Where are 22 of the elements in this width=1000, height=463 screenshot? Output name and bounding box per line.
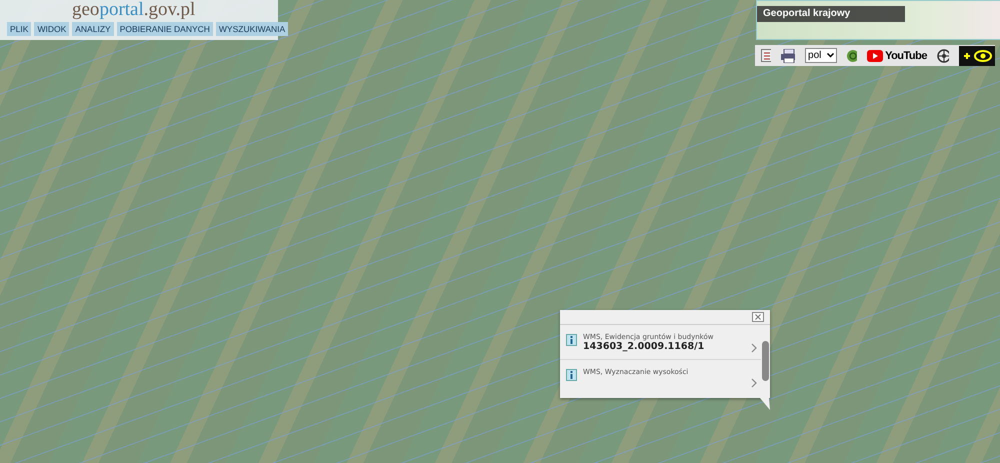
site-logo[interactable]: geoportal.gov.pl [72,0,196,20]
language-select[interactable]: pol [805,48,837,63]
menu-item[interactable]: PLIK [7,22,32,36]
info-icon [566,369,577,381]
eye-icon [962,48,992,62]
accessibility-icon[interactable] [936,48,949,62]
parcel-id: 143603_2.0009.1168/1 [583,341,706,352]
contrast-button[interactable] [959,46,995,66]
menu-item[interactable]: ANALIZY [72,22,114,36]
overview-map-title: Geoportal krajowy [757,6,905,22]
youtube-link[interactable]: YouTube [867,50,927,62]
document-icon[interactable] [761,49,772,62]
menu-item[interactable]: POBIERANIE DANYCH [116,22,213,36]
chevron-right-icon [751,378,757,388]
printer-icon[interactable] [781,48,796,62]
close-icon[interactable] [752,312,764,322]
play-icon [867,50,884,62]
info-icon [566,334,577,346]
chevron-right-icon [751,343,757,353]
menu-item[interactable]: WIDOK [34,22,70,36]
menu-item[interactable]: WYSZUKIWANIA [216,22,288,36]
overview-map[interactable]: Geoportal krajowy [756,0,1000,40]
